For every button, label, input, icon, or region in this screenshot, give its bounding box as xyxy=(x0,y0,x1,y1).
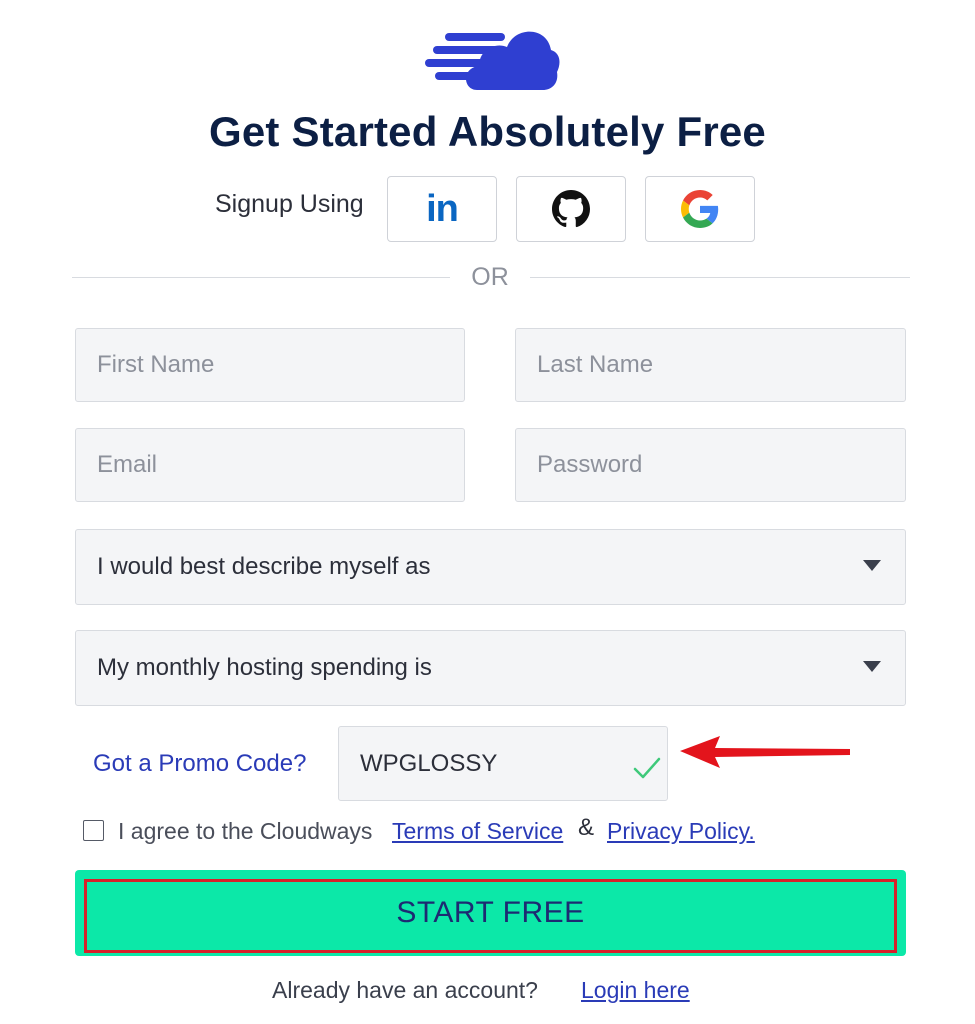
hosting-spending-select[interactable]: My monthly hosting spending is xyxy=(75,630,906,706)
highlight-box-annotation xyxy=(84,879,897,953)
signup-label: Signup Using xyxy=(215,190,364,218)
privacy-policy-link[interactable]: Privacy Policy. xyxy=(607,818,755,845)
describe-yourself-select[interactable]: I would best describe myself as xyxy=(75,529,906,605)
linkedin-icon: in xyxy=(426,188,459,230)
google-signup-button[interactable] xyxy=(645,176,755,242)
github-signup-button[interactable] xyxy=(516,176,626,242)
first-name-field[interactable] xyxy=(75,328,465,402)
red-arrow-annotation-icon xyxy=(680,736,850,768)
promo-code-input[interactable] xyxy=(360,749,610,778)
password-input[interactable] xyxy=(537,429,905,501)
cloud-speed-icon xyxy=(425,31,560,90)
google-icon xyxy=(681,190,719,228)
chevron-down-icon xyxy=(863,661,881,672)
describe-yourself-value: I would best describe myself as xyxy=(97,553,431,580)
divider-left xyxy=(72,277,450,278)
last-name-input[interactable] xyxy=(537,329,905,401)
checkmark-icon xyxy=(633,757,661,779)
divider-or-label: OR xyxy=(471,263,509,291)
promo-code-link[interactable]: Got a Promo Code? xyxy=(93,750,306,778)
email-input[interactable] xyxy=(97,429,464,501)
agree-checkbox[interactable] xyxy=(83,820,104,841)
email-field[interactable] xyxy=(75,428,465,502)
already-have-account-text: Already have an account? xyxy=(272,977,538,1003)
github-icon xyxy=(552,190,590,228)
ampersand-text: & xyxy=(578,814,595,841)
login-link[interactable]: Login here xyxy=(581,977,690,1004)
linkedin-signup-button[interactable]: in xyxy=(387,176,497,242)
first-name-input[interactable] xyxy=(97,329,464,401)
divider-right xyxy=(530,277,910,278)
hosting-spending-value: My monthly hosting spending is xyxy=(97,654,432,681)
last-name-field[interactable] xyxy=(515,328,906,402)
promo-code-field[interactable] xyxy=(338,726,668,801)
page-title: Get Started Absolutely Free xyxy=(209,108,766,155)
chevron-down-icon xyxy=(863,560,881,571)
password-field[interactable] xyxy=(515,428,906,502)
agree-text: I agree to the Cloudways xyxy=(118,818,373,844)
terms-of-service-link[interactable]: Terms of Service xyxy=(392,818,563,845)
